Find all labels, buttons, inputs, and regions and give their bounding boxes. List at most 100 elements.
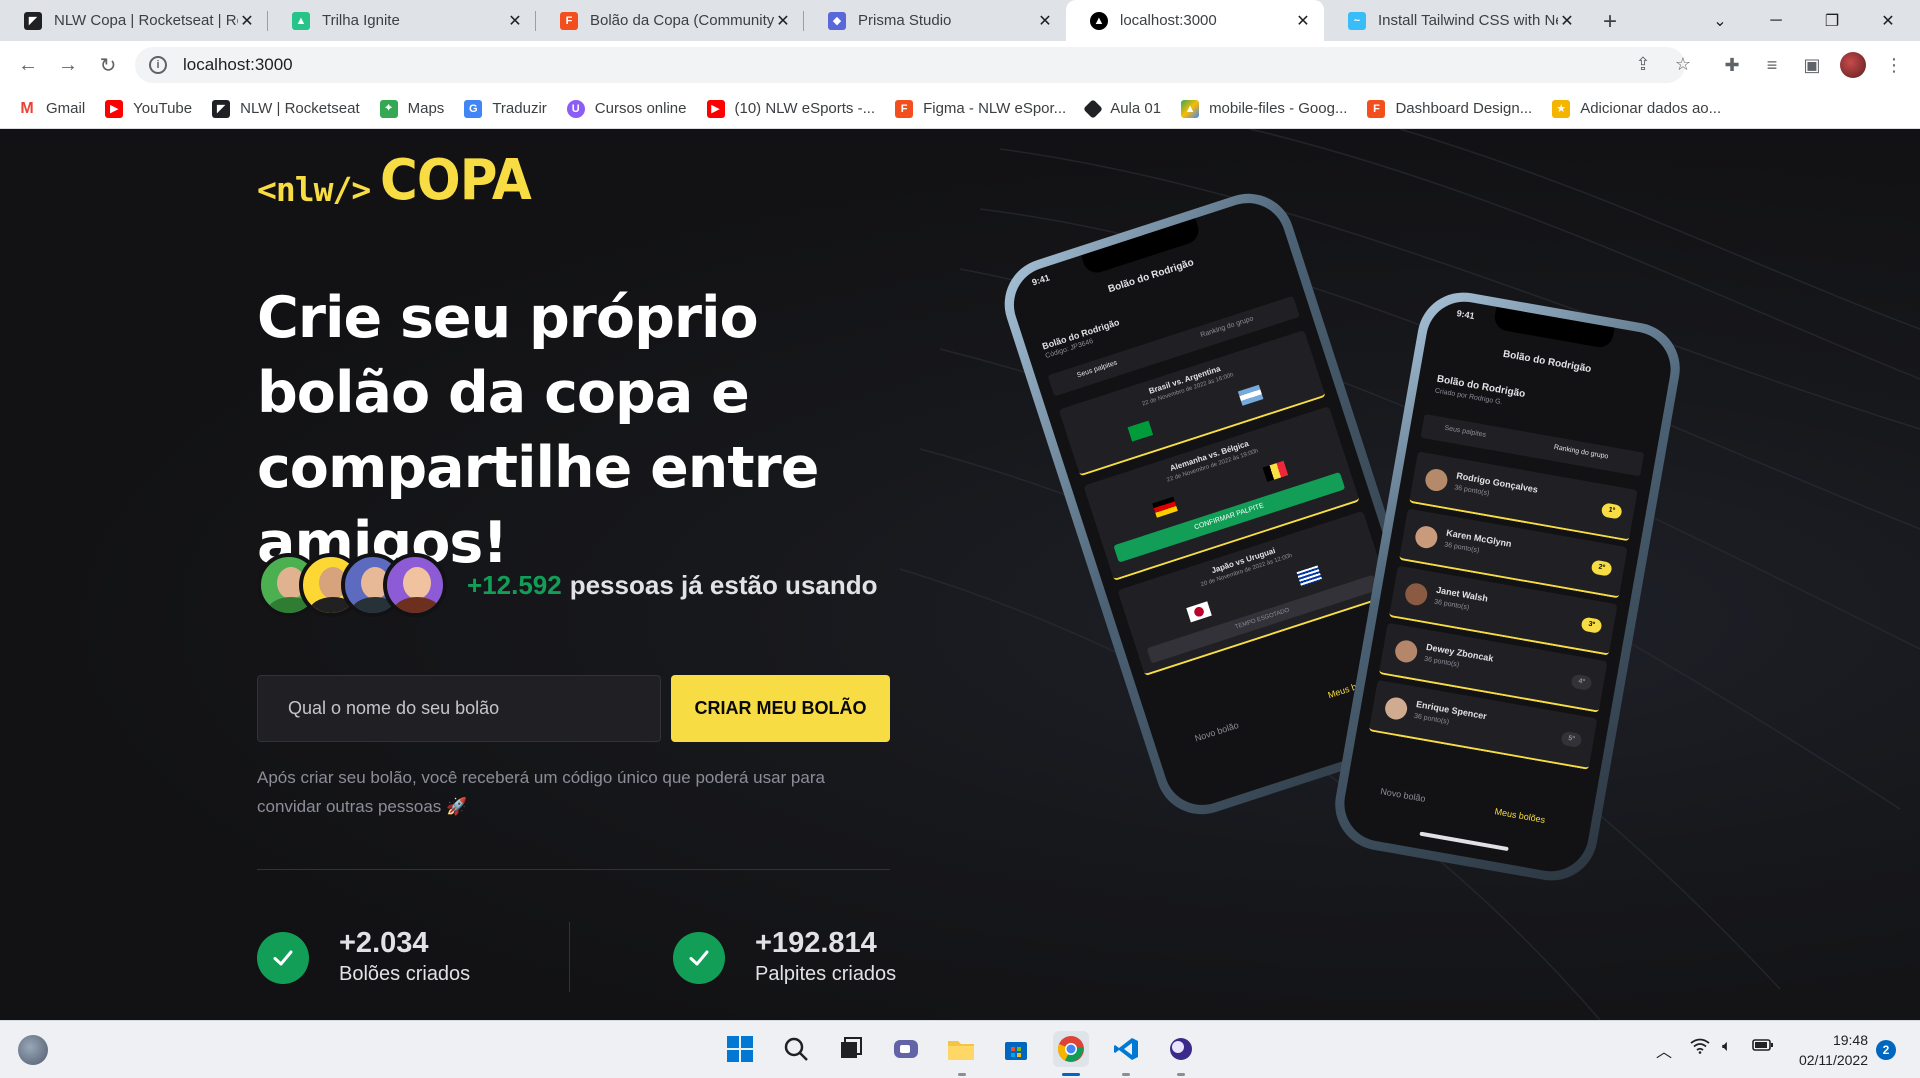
- url-text: localhost:3000: [183, 55, 293, 74]
- profile-avatar[interactable]: [1840, 52, 1866, 78]
- info-icon[interactable]: i: [149, 56, 167, 74]
- tab-bolao-da-copa[interactable]: F Bolão da Copa (Community ✕: [536, 0, 804, 41]
- side-panel-icon[interactable]: ▣: [1798, 51, 1826, 79]
- address-bar[interactable]: i localhost:3000: [135, 47, 1685, 83]
- tab-tailwind[interactable]: ~ Install Tailwind CSS with Ne ✕: [1324, 0, 1588, 41]
- close-icon[interactable]: ✕: [1558, 12, 1576, 30]
- bookmark-label: Traduzir: [492, 100, 547, 117]
- bookmark-youtube[interactable]: ▶ YouTube: [105, 99, 193, 118]
- tab-localhost[interactable]: ▲ localhost:3000 ✕: [1066, 0, 1324, 41]
- bookmark-label: Maps: [407, 100, 445, 117]
- notion-icon: [1083, 98, 1104, 119]
- tab-nlw-copa[interactable]: ◤ NLW Copa | Rocketseat | Ro ✕: [0, 0, 268, 41]
- search-icon[interactable]: [778, 1031, 814, 1067]
- close-window-button[interactable]: ✕: [1860, 0, 1916, 41]
- menu-icon[interactable]: ⋮: [1880, 51, 1908, 79]
- figma-icon: F: [895, 99, 914, 118]
- tab-title: Bolão da Copa (Community: [590, 12, 774, 29]
- bookmark-nlw-esports[interactable]: ▶ (10) NLW eSports -...: [706, 99, 875, 118]
- tab-title: Install Tailwind CSS with Ne: [1378, 12, 1558, 29]
- ignite-icon: ▲: [292, 11, 310, 30]
- close-icon[interactable]: ✕: [774, 12, 792, 30]
- restore-button[interactable]: ❐: [1804, 0, 1860, 41]
- bookmark-icon: ★: [1552, 99, 1571, 118]
- bookmark-aula[interactable]: Aula 01: [1083, 98, 1161, 119]
- tab-prisma-studio[interactable]: ◆ Prisma Studio ✕: [804, 0, 1066, 41]
- phone-time: 9:41: [1030, 272, 1051, 288]
- reload-button[interactable]: ↻: [94, 51, 122, 79]
- stat-pools: +2.034 Bolões criados: [257, 927, 470, 989]
- close-icon[interactable]: ✕: [238, 12, 256, 30]
- bookmark-gmail[interactable]: M Gmail: [18, 99, 86, 118]
- bookmark-label: Gmail: [46, 100, 86, 117]
- system-clock[interactable]: 19:48 02/11/2022: [1788, 1030, 1868, 1070]
- bookmark-label: YouTube: [133, 100, 193, 117]
- battery-icon[interactable]: [1752, 1038, 1774, 1057]
- chrome-icon[interactable]: [1053, 1031, 1089, 1067]
- share-icon[interactable]: ⇪: [1628, 49, 1658, 79]
- bookmark-label: Figma - NLW eSpor...: [923, 100, 1067, 117]
- ranking-position: 1º: [1600, 502, 1623, 520]
- uruguay-flag-icon: [1296, 565, 1323, 587]
- bookmark-add-data[interactable]: ★ Adicionar dados ao...: [1552, 99, 1721, 118]
- youtube-icon: ▶: [105, 99, 124, 118]
- check-icon: [257, 932, 309, 984]
- task-view-icon[interactable]: [833, 1031, 869, 1067]
- create-pool-button[interactable]: Criar meu bolão: [671, 675, 890, 742]
- close-icon[interactable]: ✕: [506, 12, 524, 30]
- file-explorer-icon[interactable]: [943, 1031, 979, 1067]
- stat-label: Palpites criados: [755, 963, 897, 985]
- germany-flag-icon: [1152, 496, 1178, 518]
- weather-icon[interactable]: [18, 1035, 48, 1065]
- ranking-points: 36 ponto(s): [1413, 712, 1450, 726]
- stat-label: Bolões criados: [339, 963, 471, 985]
- stat-value: +192.814: [755, 927, 877, 959]
- clock-time: 19:48: [1832, 1032, 1868, 1048]
- notification-badge[interactable]: 2: [1876, 1040, 1896, 1060]
- bookmark-label: Cursos online: [594, 100, 687, 117]
- tab-title: localhost:3000: [1120, 12, 1217, 29]
- volume-icon[interactable]: 🔈︎: [1722, 1038, 1732, 1056]
- phone-nav-mine: Meus bolões: [1493, 806, 1546, 825]
- star-icon[interactable]: ☆: [1668, 49, 1698, 79]
- phone-nav-new: Novo bolão: [1379, 786, 1427, 804]
- chevron-up-icon[interactable]: ︿: [1656, 1038, 1672, 1062]
- bookmark-figma[interactable]: F Figma - NLW eSpor...: [895, 99, 1067, 118]
- close-icon[interactable]: ✕: [1036, 12, 1054, 30]
- vscode-icon[interactable]: [1108, 1031, 1144, 1067]
- forward-button[interactable]: →: [54, 51, 82, 79]
- bookmark-drive[interactable]: ▲ mobile-files - Goog...: [1181, 99, 1347, 118]
- tab-trilha-ignite[interactable]: ▲ Trilha Ignite ✕: [268, 0, 536, 41]
- store-icon[interactable]: [998, 1031, 1034, 1067]
- users-label: pessoas já estão usando: [569, 569, 878, 600]
- brazil-flag-icon: [1127, 420, 1154, 442]
- bookmark-maps[interactable]: ⌖ Maps: [379, 99, 445, 118]
- extensions-icon[interactable]: ✚: [1718, 51, 1746, 79]
- translate-icon: G: [464, 99, 483, 118]
- bookmark-translate[interactable]: G Traduzir: [464, 99, 547, 118]
- bookmark-courses[interactable]: U Cursos online: [566, 99, 687, 118]
- tab-search-button[interactable]: ⌄: [1692, 0, 1748, 41]
- bookmark-nlw[interactable]: ◤ NLW | Rocketseat: [212, 99, 360, 118]
- media-icon[interactable]: ≡: [1758, 51, 1786, 79]
- new-tab-button[interactable]: +: [1596, 8, 1624, 36]
- app-icon[interactable]: [1163, 1031, 1199, 1067]
- stat-value: +2.034: [339, 927, 429, 959]
- wifi-icon[interactable]: [1690, 1038, 1710, 1059]
- chat-icon[interactable]: [888, 1031, 924, 1067]
- divider: [257, 869, 890, 870]
- minimize-button[interactable]: ─: [1748, 0, 1804, 41]
- windows-start-icon[interactable]: [722, 1031, 758, 1067]
- back-button[interactable]: ←: [14, 51, 42, 79]
- bookmarks-bar: M Gmail ▶ YouTube ◤ NLW | Rocketseat ⌖ Maps …: [0, 89, 1920, 129]
- logo-word: COPA: [380, 148, 532, 213]
- ranking-points: 36 ponto(s): [1423, 655, 1460, 669]
- bookmark-label: NLW | Rocketseat: [240, 100, 360, 117]
- stat-divider: [569, 922, 570, 992]
- browser-tab-strip: ◤ NLW Copa | Rocketseat | Ro ✕ ▲ Trilha …: [0, 0, 1920, 41]
- close-icon[interactable]: ✕: [1294, 12, 1312, 30]
- hint-text: Após criar seu bolão, você receberá um c…: [257, 768, 825, 816]
- users-count: +12.592: [467, 569, 562, 600]
- bookmark-dashboard[interactable]: F Dashboard Design...: [1367, 99, 1532, 118]
- pool-name-input[interactable]: [257, 675, 661, 742]
